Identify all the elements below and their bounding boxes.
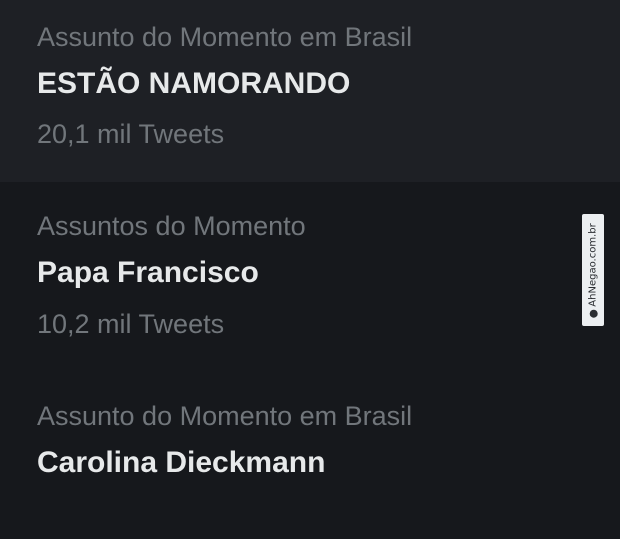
trend-name: Carolina Dieckmann [37,446,326,479]
trend-name: Papa Francisco [37,256,259,289]
trend-item-estao-namorando[interactable]: Assunto do Momento em Brasil ESTÃO NAMOR… [0,0,620,182]
trend-context: Assunto do Momento em Brasil [37,22,413,52]
watermark: AhNegao.com.br [582,214,604,326]
logo-icon [589,309,597,318]
trend-context: Assunto do Momento em Brasil [37,401,413,431]
trend-item-papa-francisco[interactable]: Assuntos do Momento Papa Francisco 10,2 … [0,182,620,374]
watermark-text: AhNegao.com.br [587,222,599,307]
trend-tweet-count: 10,2 mil Tweets [37,309,225,339]
trend-tweet-count: 20,1 mil Tweets [37,119,225,149]
trend-name: ESTÃO NAMORANDO [37,67,351,100]
trend-context: Assuntos do Momento [37,211,306,241]
trend-item-carolina-dieckmann[interactable]: Assunto do Momento em Brasil Carolina Di… [0,374,620,539]
